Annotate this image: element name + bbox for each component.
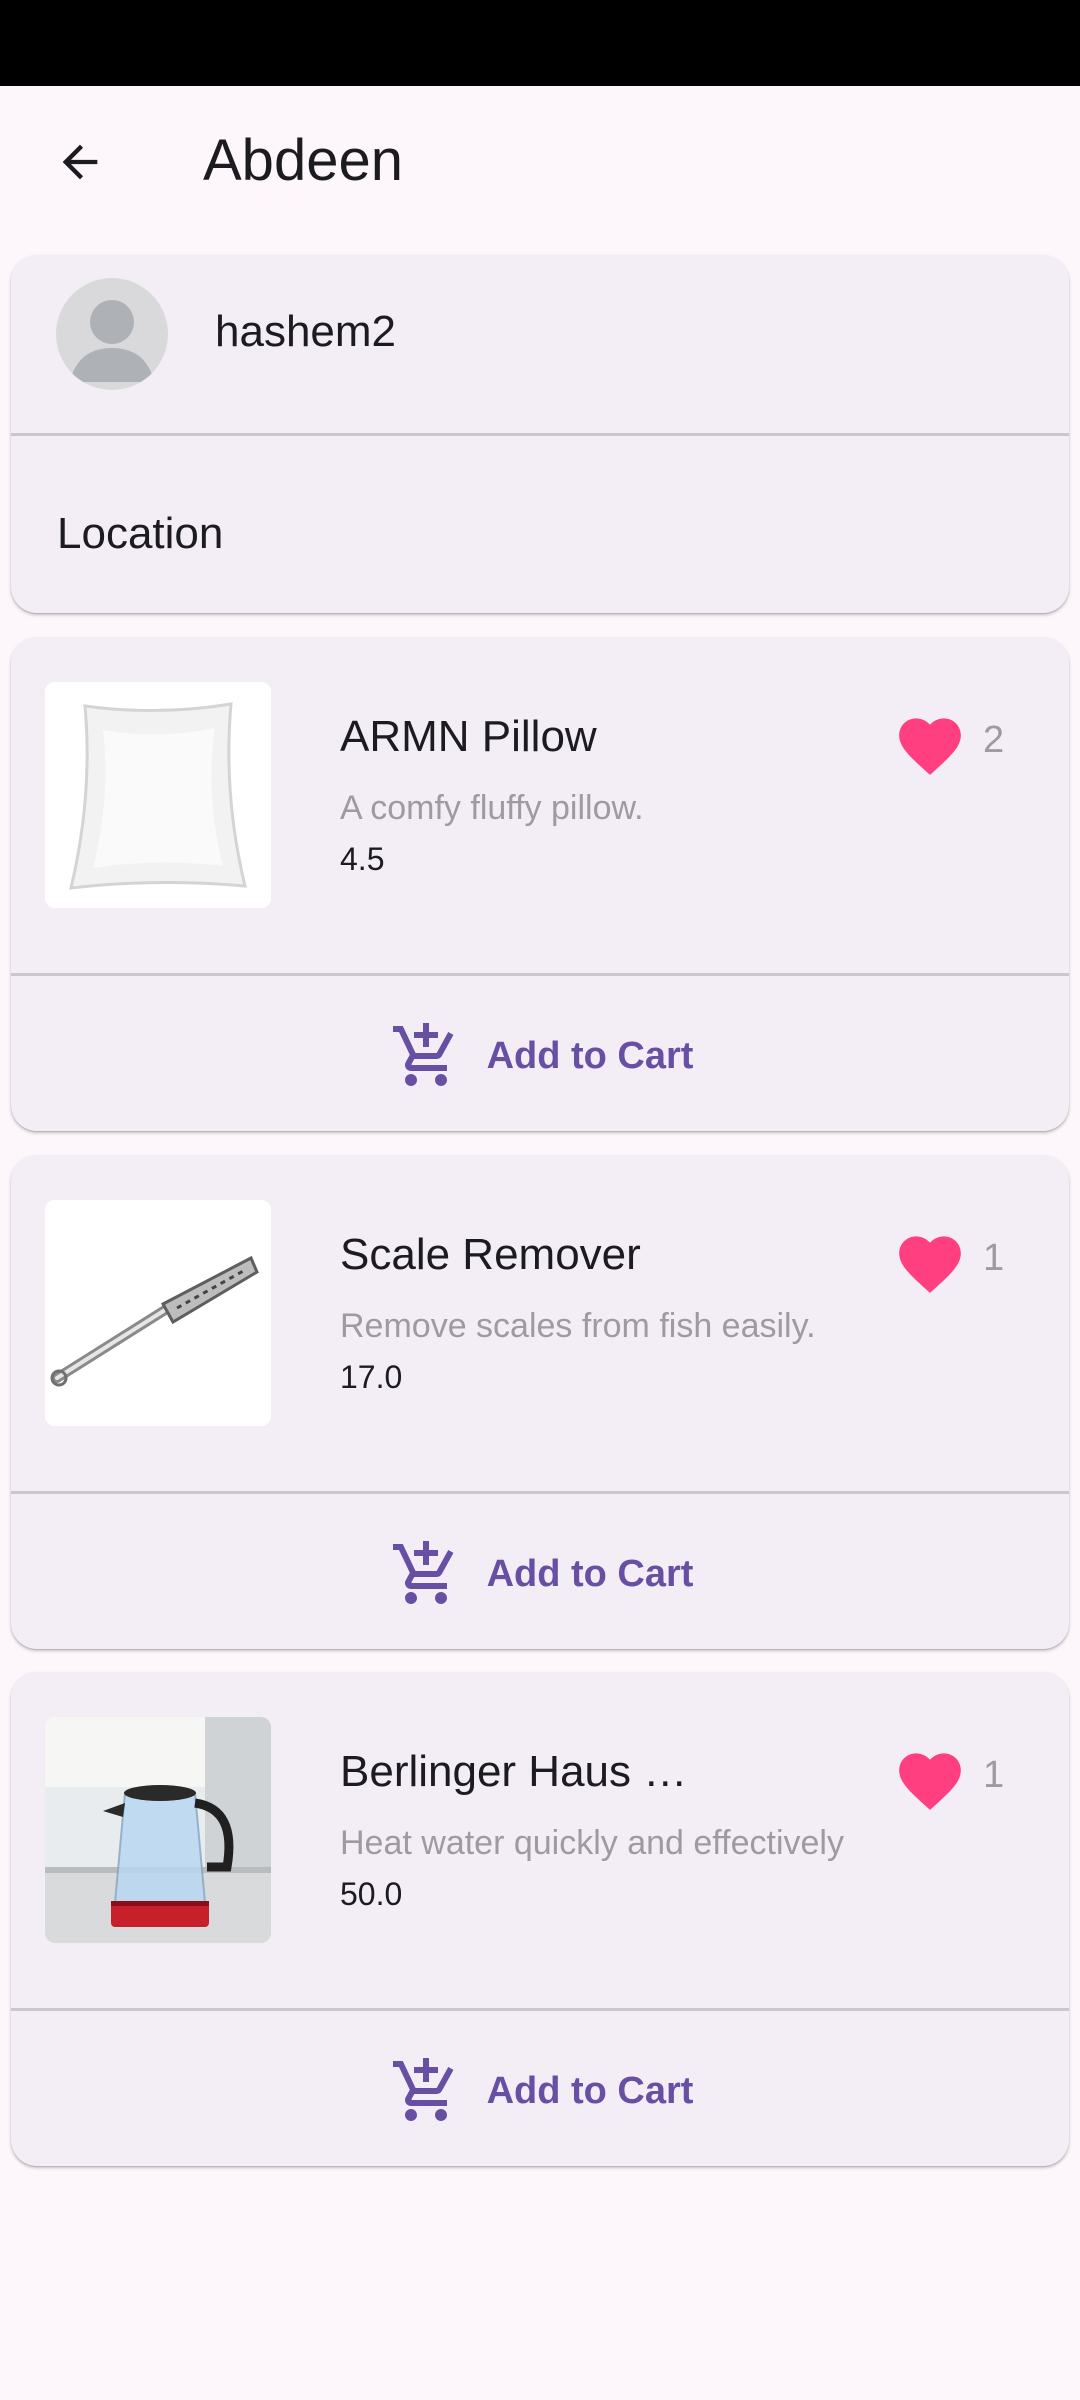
person-avatar-icon [70,300,154,382]
add-shopping-cart-icon [392,1023,454,1086]
add-shopping-cart-icon [392,1541,454,1604]
app-bar: Abdeen [0,86,1080,238]
add-shopping-cart-icon [392,2058,454,2121]
add-to-cart-button[interactable]: Add to Cart [11,977,1069,1131]
avatar [56,278,168,390]
product-card: Scale Remover Remove scales from fish ea… [11,1155,1069,1649]
product-image-pillow[interactable] [45,682,271,908]
divider [11,1491,1069,1494]
add-to-cart-button[interactable]: Add to Cart [11,1495,1069,1649]
product-description: A comfy fluffy pillow. [340,789,644,827]
product-image-scale-remover[interactable] [45,1200,271,1426]
back-button[interactable] [40,122,120,202]
divider [11,433,1069,436]
like-count: 1 [983,1237,1005,1279]
add-to-cart-label: Add to Cart [486,1552,694,1595]
heart-icon[interactable] [893,1744,967,1812]
page-title: Abdeen [203,128,403,193]
product-name: Scale Remover [340,1230,641,1279]
product-card: Berlinger Haus … Heat water quickly and … [11,1672,1069,2166]
divider [11,2008,1069,2011]
divider [11,973,1069,976]
heart-icon[interactable] [893,1227,967,1295]
add-to-cart-button[interactable]: Add to Cart [11,2012,1069,2166]
like-count: 1 [983,1754,1005,1796]
status-bar [0,0,1080,86]
location-label[interactable]: Location [57,509,223,559]
product-name: Berlinger Haus … [340,1747,688,1796]
like-count: 2 [983,719,1005,761]
product-price: 4.5 [340,841,385,877]
product-price: 50.0 [340,1876,403,1912]
product-price: 17.0 [340,1359,403,1395]
product-name: ARMN Pillow [340,712,597,761]
arrow-back-icon [62,144,98,180]
product-card: ARMN Pillow A comfy fluffy pillow. 4.5 2… [11,637,1069,1131]
add-to-cart-label: Add to Cart [486,1034,694,1077]
add-to-cart-label: Add to Cart [486,2069,694,2112]
username: hashem2 [215,307,397,356]
product-image-kettle[interactable] [45,1717,271,1943]
heart-icon[interactable] [893,709,967,777]
profile-card: hashem2 Location [11,255,1069,613]
product-description: Remove scales from fish easily. [340,1307,816,1345]
product-description: Heat water quickly and effectively [340,1824,844,1862]
